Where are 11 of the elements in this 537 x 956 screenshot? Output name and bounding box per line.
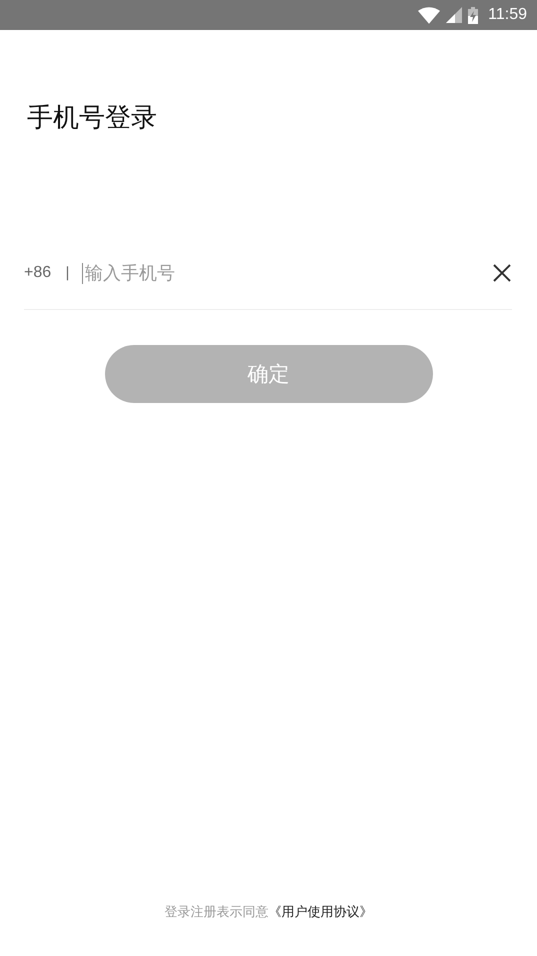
agreement-text: 登录注册表示同意《用户使用协议》 — [164, 904, 374, 921]
wifi-icon — [418, 6, 440, 24]
close-icon[interactable] — [493, 264, 511, 282]
battery-charging-icon — [468, 6, 478, 24]
signal-icon — [446, 7, 462, 23]
user-agreement-link[interactable]: 《用户使用协议》 — [268, 905, 372, 920]
phone-number-field[interactable]: +86 | 输入手机号 — [24, 249, 512, 310]
country-code[interactable]: +86 — [24, 264, 52, 282]
separator: | — [65, 265, 70, 281]
page-title: 手机号登录 — [27, 102, 158, 135]
clock-time: 11:59 — [488, 6, 527, 24]
